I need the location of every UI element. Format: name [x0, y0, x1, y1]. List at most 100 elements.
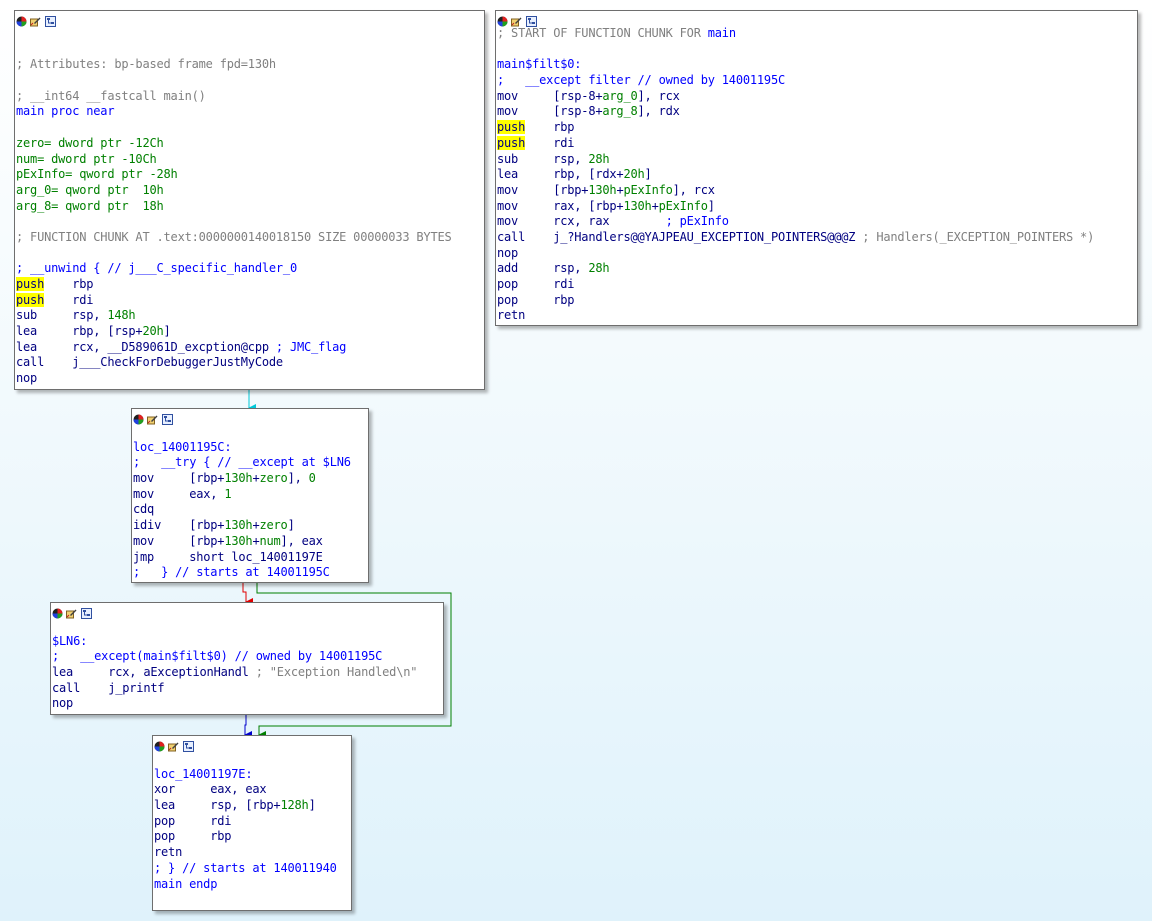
code-line[interactable]: [497, 42, 1137, 58]
rename-icon[interactable]: [168, 737, 179, 752]
code-line[interactable]: ; START OF FUNCTION CHUNK FOR main: [497, 26, 1137, 42]
node-titlebar: [51, 603, 443, 619]
rename-icon[interactable]: [66, 604, 77, 619]
code-line[interactable]: mov [rbp+130h+pExInfo], rcx: [497, 183, 1137, 199]
code-line[interactable]: lea rcx, aExceptionHandl ; "Exception Ha…: [52, 665, 443, 681]
edge-try-to-except[interactable]: [242, 583, 253, 606]
code-line[interactable]: [154, 751, 351, 767]
graph-view-icon[interactable]: [81, 604, 92, 619]
code-line[interactable]: push rdi: [16, 292, 484, 309]
code-line[interactable]: ; __int64 __fastcall main(): [16, 89, 484, 105]
code-line[interactable]: xor eax, eax: [154, 782, 351, 798]
code-token: ; Attributes: bp-based frame fpd=130h: [16, 57, 276, 72]
code-line[interactable]: [52, 618, 443, 634]
code-line[interactable]: call j___CheckForDebuggerJustMyCode: [16, 355, 484, 371]
code-line[interactable]: arg_8= qword ptr 18h: [16, 199, 484, 215]
code-line[interactable]: nop: [52, 696, 443, 712]
code-line[interactable]: ; __except filter // owned by 14001195C: [497, 73, 1137, 89]
graph-view-icon[interactable]: [183, 737, 194, 752]
code-line[interactable]: push rbp: [16, 277, 484, 293]
code-line[interactable]: call j_?Handlers@@YAJPEAU_EXCEPTION_POIN…: [497, 230, 1137, 246]
code-line[interactable]: mov [rbp+130h+zero], 0: [133, 471, 368, 487]
code-block-main-entry[interactable]: ; Attributes: bp-based frame fpd=130h ; …: [14, 10, 485, 390]
code-line[interactable]: mov eax, 1: [133, 487, 368, 503]
code-line[interactable]: push rbp: [497, 120, 1137, 136]
code-line[interactable]: pExInfo= qword ptr -28h: [16, 167, 484, 183]
edge-except-to-exit[interactable]: [244, 715, 252, 739]
code-line[interactable]: ; Attributes: bp-based frame fpd=130h: [16, 57, 484, 73]
rename-icon[interactable]: [511, 12, 522, 27]
code-line[interactable]: ; FUNCTION CHUNK AT .text:00000001400181…: [16, 230, 484, 246]
code-line[interactable]: pop rdi: [154, 814, 351, 830]
node-color-icon[interactable]: [52, 604, 63, 619]
code-token: loc_14001197E:: [154, 766, 253, 781]
code-line[interactable]: pop rbp: [497, 293, 1137, 309]
node-color-icon[interactable]: [154, 737, 165, 752]
graph-view-icon[interactable]: [162, 410, 173, 425]
code-line[interactable]: mov [rsp-8+arg_0], rcx: [497, 89, 1137, 105]
code-line[interactable]: mov rcx, rax ; pExInfo: [497, 214, 1137, 230]
code-token: mov [rbp+: [133, 533, 225, 548]
code-line[interactable]: lea rbp, [rdx+20h]: [497, 167, 1137, 183]
code-line[interactable]: [16, 42, 484, 58]
code-line[interactable]: main$filt$0:: [497, 57, 1137, 73]
code-block-except[interactable]: $LN6:; __except(main$filt$0) // owned by…: [50, 602, 444, 715]
code-line[interactable]: mov [rbp+130h+num], eax: [133, 534, 368, 550]
code-line[interactable]: pop rdi: [497, 277, 1137, 293]
code-block-try[interactable]: loc_14001195C:; __try { // __except at $…: [131, 408, 369, 583]
code-line[interactable]: call j_printf: [52, 681, 443, 697]
code-line[interactable]: sub rsp, 148h: [16, 308, 484, 324]
graph-view-icon[interactable]: [45, 12, 56, 27]
code-line[interactable]: main proc near: [16, 104, 484, 120]
code-token: mov eax,: [133, 486, 225, 501]
code-line[interactable]: retn: [497, 308, 1137, 324]
code-token: nop: [497, 245, 519, 260]
code-line[interactable]: retn: [154, 845, 351, 861]
code-line[interactable]: [16, 120, 484, 136]
code-line[interactable]: loc_14001197E:: [154, 767, 351, 783]
code-line[interactable]: main endp: [154, 877, 351, 893]
code-block-filter-chunk[interactable]: ; START OF FUNCTION CHUNK FOR main main$…: [495, 10, 1138, 326]
code-line[interactable]: push rdi: [497, 135, 1137, 152]
code-line[interactable]: loc_14001195C:: [133, 440, 368, 456]
code-token: mov rcx, rax: [497, 214, 666, 229]
graph-view-icon[interactable]: [526, 12, 537, 27]
code-line[interactable]: lea rcx, __D589061D_excption@cpp ; JMC_f…: [16, 340, 484, 356]
code-line[interactable]: ; __try { // __except at $LN6: [133, 455, 368, 471]
code-line[interactable]: add rsp, 28h: [497, 261, 1137, 277]
code-line[interactable]: nop: [497, 246, 1137, 262]
rename-icon[interactable]: [30, 12, 41, 27]
code-token: add rsp,: [497, 261, 589, 276]
code-line[interactable]: lea rsp, [rbp+128h]: [154, 798, 351, 814]
rename-icon[interactable]: [147, 410, 158, 425]
code-token: 0: [308, 471, 316, 486]
code-line[interactable]: idiv [rbp+130h+zero]: [133, 518, 368, 534]
code-line[interactable]: [16, 246, 484, 262]
node-color-icon[interactable]: [497, 12, 508, 27]
code-line[interactable]: sub rsp, 28h: [497, 152, 1137, 168]
code-block-exit[interactable]: loc_14001197E: xor eax, eax lea rsp, [rbp+…: [152, 735, 352, 911]
code-line[interactable]: lea rbp, [rsp+20h]: [16, 324, 484, 340]
code-line[interactable]: zero= dword ptr -12Ch: [16, 136, 484, 152]
code-line[interactable]: ; } // starts at 14001195C: [133, 565, 368, 581]
code-line[interactable]: [16, 73, 484, 89]
code-line[interactable]: ; } // starts at 140011940: [154, 861, 351, 877]
code-line[interactable]: ; __unwind { // j___C_specific_handler_0: [16, 261, 484, 277]
node-color-icon[interactable]: [133, 410, 144, 425]
code-line[interactable]: [16, 214, 484, 230]
code-line[interactable]: ; __except(main$filt$0) // owned by 1400…: [52, 649, 443, 665]
node-color-icon[interactable]: [16, 12, 27, 27]
code-line[interactable]: arg_0= qword ptr 10h: [16, 183, 484, 199]
code-line[interactable]: num= dword ptr -10Ch: [16, 152, 484, 168]
code-line[interactable]: jmp short loc_14001197E: [133, 550, 368, 566]
code-line[interactable]: $LN6:: [52, 634, 443, 650]
code-line[interactable]: cdq: [133, 502, 368, 518]
code-line[interactable]: [133, 424, 368, 440]
code-line[interactable]: pop rbp: [154, 829, 351, 845]
code-line[interactable]: mov [rsp-8+arg_8], rdx: [497, 104, 1137, 120]
code-line[interactable]: nop: [16, 371, 484, 387]
code-token: ],: [287, 471, 309, 486]
code-line[interactable]: [16, 26, 484, 42]
code-token: xor eax, eax: [154, 782, 267, 797]
code-line[interactable]: mov rax, [rbp+130h+pExInfo]: [497, 199, 1137, 215]
